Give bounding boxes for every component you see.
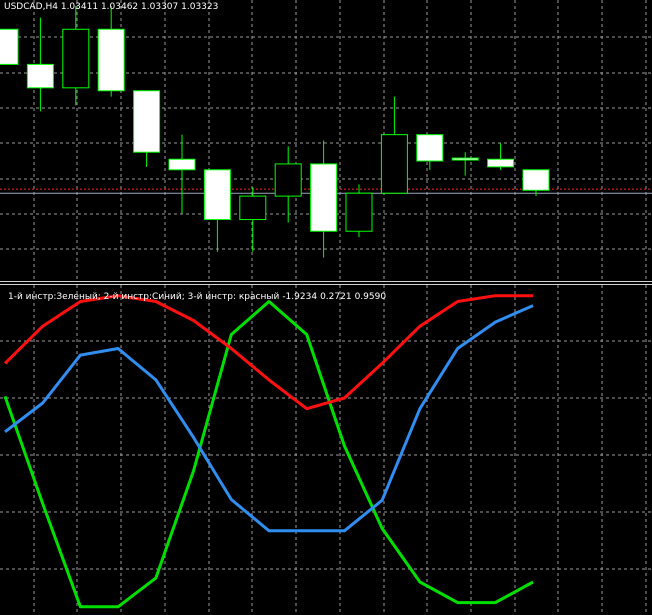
candle <box>522 169 550 197</box>
indicator-header: 1-й инстр:Зеленый; 2-й инстр:Синий; 3-й … <box>8 292 389 302</box>
close-value: 1.03323 <box>181 2 219 12</box>
candle <box>0 28 19 65</box>
candle-body <box>416 134 444 162</box>
indicator-pane[interactable]: 1-й инстр:Зеленый; 2-й инстр:Синий; 3-й … <box>0 284 652 615</box>
indicator-value-blue: 0.2721 <box>320 292 352 302</box>
candle-body <box>274 163 302 197</box>
candle <box>274 146 302 223</box>
candle <box>203 169 231 252</box>
candle-body <box>487 158 515 168</box>
candle-body <box>133 90 161 153</box>
candle-body <box>451 157 479 161</box>
indicator-value-green: -1.9234 <box>282 292 318 302</box>
candle-body <box>168 158 196 171</box>
low-value: 1.03307 <box>141 2 179 12</box>
candle <box>416 134 444 170</box>
candle <box>97 5 125 97</box>
indicator-chart <box>0 285 652 615</box>
candle <box>345 184 373 238</box>
candle-body <box>522 169 550 191</box>
symbol-label: USDCAD,H4 <box>4 2 58 12</box>
candle <box>310 140 338 258</box>
candle <box>487 143 515 170</box>
candle <box>168 134 196 214</box>
series-line <box>4 304 534 533</box>
candle-body <box>310 163 338 232</box>
indicator-name: 1-й инстр:Зеленый; 2-й инстр:Синий; 3-й … <box>8 292 280 302</box>
candle <box>133 90 161 167</box>
grid <box>0 285 652 615</box>
candle <box>26 17 54 112</box>
price-header: USDCAD,H4 1.03411 1.03462 1.03307 1.0332… <box>4 2 218 12</box>
price-pane[interactable]: USDCAD,H4 1.03411 1.03462 1.03307 1.0332… <box>0 0 652 282</box>
candle-body <box>345 192 373 232</box>
candle-body <box>203 169 231 221</box>
high-value: 1.03462 <box>100 2 139 12</box>
open-value: 1.03411 <box>60 2 99 12</box>
chart-window[interactable]: USDCAD,H4 1.03411 1.03462 1.03307 1.0332… <box>0 0 652 615</box>
candle-body <box>239 195 267 221</box>
candle-body <box>380 134 408 194</box>
indicator-value-red: 0.9590 <box>354 292 387 302</box>
candle <box>62 5 90 106</box>
candle <box>380 96 408 194</box>
candle <box>239 187 267 252</box>
candle-body <box>26 63 54 89</box>
candle-body <box>97 28 125 92</box>
price-chart <box>0 0 652 281</box>
series-line <box>3 300 534 609</box>
candle <box>451 152 479 176</box>
candle-body <box>62 28 90 89</box>
candle-body <box>0 28 19 65</box>
